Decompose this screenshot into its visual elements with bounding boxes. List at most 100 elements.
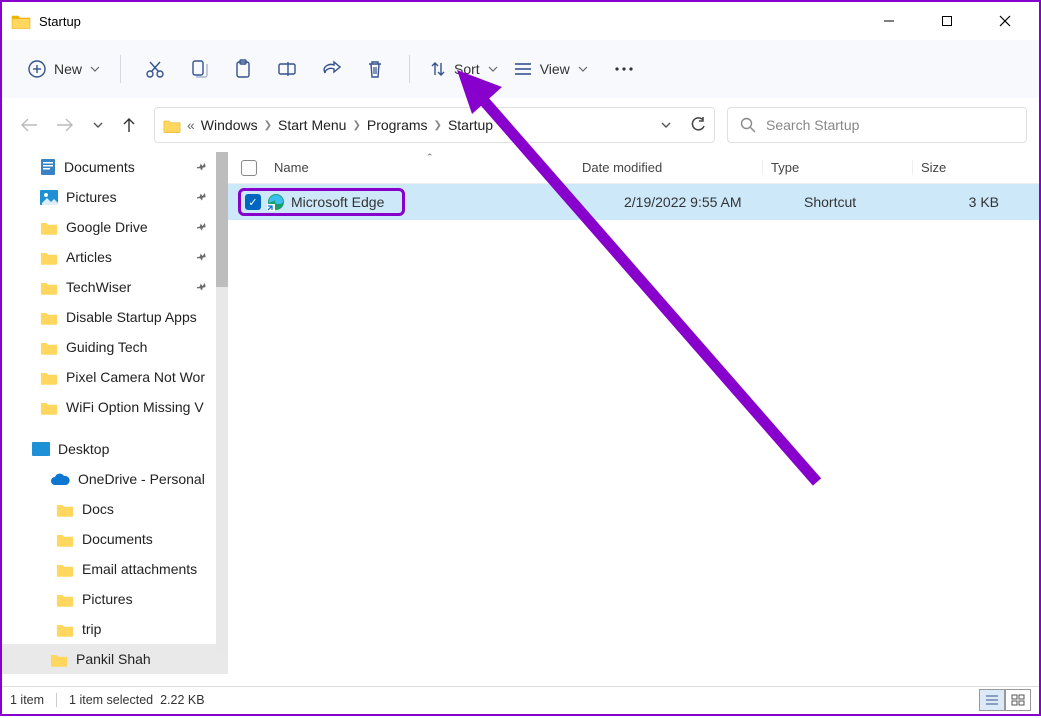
search-box[interactable]: Search Startup: [727, 107, 1027, 143]
desktop-icon: [32, 442, 50, 456]
window-folder-icon: [11, 13, 31, 29]
sidebar-item[interactable]: Email attachments: [2, 554, 228, 584]
rename-button[interactable]: [265, 49, 309, 89]
breadcrumb-item[interactable]: Windows❯: [201, 117, 272, 133]
status-item-count: 1 item: [10, 693, 57, 707]
breadcrumb-item[interactable]: Startup: [448, 117, 493, 133]
sidebar-item-onedrive[interactable]: OneDrive - Personal: [2, 464, 228, 494]
pin-icon: [196, 161, 208, 173]
separator: [409, 55, 410, 83]
pin-icon: [196, 251, 208, 263]
navigation-bar: « Windows❯ Start Menu❯ Programs❯ Startup…: [2, 98, 1039, 152]
column-header-size[interactable]: Size: [912, 160, 1039, 175]
sidebar-item[interactable]: Articles: [2, 242, 228, 272]
refresh-button[interactable]: [690, 117, 706, 133]
trash-icon: [366, 59, 384, 79]
sidebar-item[interactable]: Documents: [2, 524, 228, 554]
edge-shortcut-icon: [267, 193, 285, 211]
folder-icon: [50, 652, 68, 667]
sort-label: Sort: [454, 61, 480, 77]
sidebar-item[interactable]: trip: [2, 614, 228, 644]
column-headers[interactable]: Name ⌃ Date modified Type Size: [228, 152, 1039, 184]
sidebar-item[interactable]: TechWiser: [2, 272, 228, 302]
sort-button[interactable]: Sort: [422, 61, 506, 77]
details-view-toggle[interactable]: [979, 689, 1005, 711]
sidebar-item[interactable]: Pixel Camera Not Wor: [2, 362, 228, 392]
sort-icon: [430, 61, 446, 77]
breadcrumb-item[interactable]: Start Menu❯: [278, 117, 361, 133]
sidebar-item[interactable]: Google Drive: [2, 212, 228, 242]
more-button[interactable]: [602, 49, 646, 89]
breadcrumb-prefix: «: [187, 117, 195, 133]
paste-button[interactable]: [221, 49, 265, 89]
view-list-icon: [514, 62, 532, 76]
sidebar-item[interactable]: Pictures: [2, 182, 228, 212]
window-title: Startup: [39, 14, 81, 29]
row-checkbox[interactable]: ✓: [245, 194, 261, 210]
file-row[interactable]: ✓ Microsoft Edge 2/19/2022 9:55 AM Short…: [228, 184, 1039, 220]
status-bar: 1 item 1 item selected 2.22 KB: [2, 686, 1039, 712]
pin-icon: [196, 191, 208, 203]
forward-button[interactable]: [56, 118, 74, 132]
clipboard-icon: [234, 59, 252, 79]
pin-icon: [196, 221, 208, 233]
delete-button[interactable]: [353, 49, 397, 89]
chevron-down-icon: [488, 64, 498, 74]
breadcrumb-item[interactable]: Programs❯: [367, 117, 442, 133]
close-button[interactable]: [976, 2, 1034, 40]
sidebar-item[interactable]: Docs: [2, 494, 228, 524]
sidebar-item[interactable]: Guiding Tech: [2, 332, 228, 362]
search-icon: [740, 117, 756, 133]
sidebar-item[interactable]: Pictures: [2, 584, 228, 614]
scrollbar-thumb[interactable]: [216, 152, 228, 287]
rename-icon: [277, 60, 297, 78]
sidebar-item[interactable]: WiFi Option Missing V: [2, 392, 228, 422]
file-name-cell[interactable]: ✓ Microsoft Edge: [238, 188, 405, 216]
minimize-button[interactable]: [860, 2, 918, 40]
scissors-icon: [145, 59, 165, 79]
view-label: View: [540, 61, 570, 77]
cut-button[interactable]: [133, 49, 177, 89]
maximize-button[interactable]: [918, 2, 976, 40]
sidebar-item[interactable]: Documents: [2, 152, 228, 182]
file-list-pane: Name ⌃ Date modified Type Size ✓ Microso…: [228, 152, 1039, 686]
new-label: New: [54, 61, 82, 77]
chevron-down-icon: [578, 64, 588, 74]
up-button[interactable]: [122, 117, 136, 133]
pin-icon: [196, 281, 208, 293]
column-header-type[interactable]: Type: [762, 160, 912, 175]
sidebar-item-desktop[interactable]: Desktop: [2, 434, 228, 464]
navigation-pane[interactable]: DocumentsPicturesGoogle DriveArticlesTec…: [2, 152, 228, 686]
file-type: Shortcut: [804, 194, 856, 210]
address-dropdown-button[interactable]: [660, 120, 672, 130]
new-button[interactable]: New: [20, 60, 108, 78]
file-name: Microsoft Edge: [291, 194, 384, 210]
sort-ascending-icon: ⌃: [426, 152, 434, 163]
copy-button[interactable]: [177, 49, 221, 89]
chevron-down-icon: [90, 64, 100, 74]
recent-locations-button[interactable]: [92, 120, 104, 130]
share-icon: [321, 60, 341, 78]
file-date: 2/19/2022 9:55 AM: [624, 194, 742, 210]
sidebar-item[interactable]: Disable Startup Apps: [2, 302, 228, 332]
back-button[interactable]: [20, 118, 38, 132]
file-size: 3 KB: [969, 194, 999, 210]
thumbnails-view-toggle[interactable]: [1005, 689, 1031, 711]
sidebar-item-selected[interactable]: Pankil Shah: [2, 644, 228, 674]
view-button[interactable]: View: [506, 61, 596, 77]
separator: [120, 55, 121, 83]
ellipsis-icon: [614, 66, 634, 72]
column-header-name[interactable]: Name ⌃: [270, 160, 582, 175]
search-placeholder: Search Startup: [766, 117, 859, 133]
share-button[interactable]: [309, 49, 353, 89]
cloud-icon: [50, 473, 70, 486]
address-folder-icon: [163, 118, 181, 133]
command-bar: New Sort View: [2, 40, 1039, 98]
plus-circle-icon: [28, 60, 46, 78]
copy-icon: [190, 59, 208, 79]
status-selected: 1 item selected 2.22 KB: [69, 693, 205, 707]
title-bar: Startup: [2, 2, 1039, 40]
column-header-date[interactable]: Date modified: [582, 160, 762, 175]
address-bar[interactable]: « Windows❯ Start Menu❯ Programs❯ Startup: [154, 107, 715, 143]
select-all-checkbox[interactable]: [241, 160, 257, 176]
